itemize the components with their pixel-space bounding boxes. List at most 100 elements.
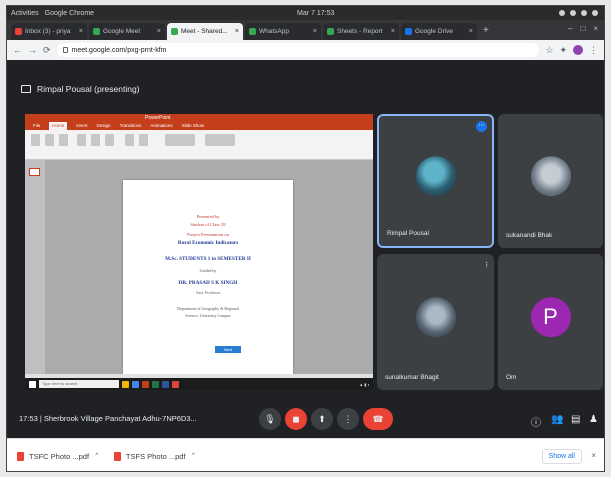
slide-text: Student of Class XI — [190, 222, 226, 227]
excel-icon[interactable] — [152, 380, 159, 388]
align-icon[interactable] — [139, 134, 148, 146]
show-all-button[interactable]: Show all — [541, 449, 582, 464]
back-icon[interactable]: ← — [13, 45, 22, 55]
folder-icon[interactable] — [122, 380, 129, 388]
profile-avatar[interactable] — [573, 45, 583, 55]
url-input[interactable]: meet.google.com/pxg-prnt-kfm — [56, 43, 540, 57]
pdf-icon — [17, 451, 24, 461]
forward-icon[interactable]: → — [28, 45, 37, 55]
download-item[interactable]: TSFS Photo ...pdf ⌃ — [113, 451, 197, 461]
participant-tile[interactable]: ⁝ sunalkumar Bhagit — [377, 254, 494, 390]
present-button[interactable]: ⬆ — [311, 408, 333, 430]
layout-icon[interactable] — [59, 134, 68, 146]
new-tab-icon[interactable]: + — [479, 25, 493, 36]
browser-tab[interactable]: Sheets - Report × — [323, 23, 399, 40]
ribbon-tab[interactable]: Transitions — [120, 122, 142, 130]
ppt-app-title: PowerPoint — [145, 115, 171, 121]
ribbon-tab[interactable]: File — [33, 122, 40, 130]
close-tab-icon[interactable]: × — [313, 28, 317, 35]
ribbon-tab[interactable]: Slide Show — [182, 122, 205, 130]
slide-heading: DR. PRASAD S K SINGH — [178, 280, 238, 286]
whatsapp-icon — [249, 28, 256, 35]
italic-icon[interactable] — [105, 134, 114, 146]
new-slide-icon[interactable] — [45, 134, 54, 146]
close-tab-icon[interactable]: × — [157, 28, 161, 35]
download-filename: TSFS Photo ...pdf — [125, 451, 186, 461]
windows-taskbar: Type here to search ▲ ▮ ◐ — [25, 378, 373, 390]
mic-button[interactable]: 🎙 — [259, 408, 281, 430]
drawing-icon[interactable] — [165, 134, 195, 146]
participant-tile[interactable]: P Om — [498, 254, 603, 390]
network-icon[interactable] — [559, 10, 565, 16]
close-icon[interactable]: × — [591, 451, 596, 460]
battery-icon[interactable] — [581, 10, 587, 16]
power-icon[interactable] — [592, 10, 598, 16]
bookmark-star-icon[interactable]: ☆ — [545, 45, 553, 56]
bold-icon[interactable] — [91, 134, 100, 146]
word-icon[interactable] — [162, 380, 169, 388]
ribbon-tab[interactable]: Insert — [76, 122, 87, 130]
chevron-up-icon[interactable]: ⌃ — [191, 452, 197, 460]
maximize-icon[interactable]: □ — [580, 24, 585, 33]
participant-tile[interactable]: ⋯ Rimpal Pousal — [377, 114, 494, 248]
shared-screen[interactable]: PowerPoint File Home Insert Design Trans… — [25, 114, 373, 390]
active-app-label[interactable]: Google Chrome — [45, 10, 94, 17]
slide-thumbnail[interactable] — [29, 168, 40, 176]
font-icon[interactable] — [77, 134, 86, 146]
participant-name: Om — [506, 374, 517, 381]
gmail-icon — [15, 28, 22, 35]
close-tab-icon[interactable]: × — [469, 28, 473, 35]
close-tab-icon[interactable]: × — [391, 28, 395, 35]
close-tab-icon[interactable]: × — [235, 28, 239, 35]
menu-icon[interactable]: ⋮ — [589, 45, 598, 56]
ribbon-tab[interactable]: Home — [49, 122, 68, 130]
browser-tab[interactable]: Inbox (3) - priya × — [11, 23, 87, 40]
paragraph-icon[interactable] — [125, 134, 134, 146]
browser-tab[interactable]: Google Meet × — [89, 23, 165, 40]
ribbon-tab[interactable]: Design — [97, 122, 111, 130]
clock[interactable]: Mar 7 17:53 — [297, 10, 334, 17]
ppt-title-bar: PowerPoint — [25, 114, 373, 122]
editing-icon[interactable] — [205, 134, 235, 146]
download-item[interactable]: TSFC Photo ...pdf ⌃ — [17, 451, 100, 461]
camera-off-button[interactable]: ◼ — [285, 408, 307, 430]
browser-tab[interactable]: Google Drive × — [401, 23, 477, 40]
powerpoint-icon[interactable] — [142, 380, 149, 388]
tab-label: WhatsApp — [259, 28, 289, 35]
minimize-icon[interactable]: – — [568, 24, 572, 33]
windows-start-icon[interactable] — [29, 380, 36, 388]
activities-icon[interactable]: ♟ — [589, 414, 598, 425]
volume-icon[interactable] — [570, 10, 576, 16]
ribbon-tab[interactable]: Animations — [150, 122, 172, 130]
more-options-button[interactable]: ⋮ — [337, 408, 359, 430]
slide-canvas[interactable]: Presented by Student of Class XI Project… — [123, 180, 293, 380]
info-icon[interactable]: ⓘ — [531, 414, 541, 429]
people-icon[interactable]: 👥 — [551, 414, 563, 425]
presenter-title: Rimpal Pousal (presenting) — [37, 84, 140, 94]
participant-name: sukanandi Bhak — [506, 232, 553, 239]
ppt-workspace: Presented by Student of Class XI Project… — [25, 160, 373, 380]
browser-tab[interactable]: WhatsApp × — [245, 23, 321, 40]
close-tab-icon[interactable]: × — [79, 28, 83, 35]
chat-icon[interactable]: ▤ — [571, 414, 580, 425]
end-call-button[interactable]: ☎ — [363, 408, 393, 430]
chevron-up-icon[interactable]: ⌃ — [94, 452, 100, 460]
chrome-icon[interactable] — [172, 380, 179, 388]
participant-avatar: P — [530, 297, 571, 338]
ppt-next-button[interactable]: Next — [215, 346, 241, 353]
close-window-icon[interactable]: × — [593, 24, 598, 33]
meeting-info[interactable]: 17:53 | Sherbrook Village Panchayat Adhu… — [19, 414, 197, 423]
activities-label[interactable]: Activities — [11, 10, 39, 17]
paste-icon[interactable] — [31, 134, 40, 146]
system-tray[interactable]: ▲ ▮ ◐ — [359, 382, 370, 387]
extensions-icon[interactable]: ✦ — [559, 45, 567, 56]
slide-text: Guided by — [199, 268, 217, 273]
slide-heading: M.Sc. STUDENTS 1 to SEMESTER II — [165, 256, 251, 262]
presentation-header: Rimpal Pousal (presenting) — [21, 84, 140, 94]
reload-icon[interactable]: ⟳ — [43, 45, 51, 56]
participant-tile[interactable]: sukanandi Bhak — [498, 114, 603, 248]
slide-thumbnails — [25, 160, 45, 374]
taskbar-search[interactable]: Type here to search — [39, 380, 119, 388]
browser-tab-active[interactable]: Meet - Shared... × — [167, 23, 243, 40]
edge-icon[interactable] — [132, 380, 139, 388]
